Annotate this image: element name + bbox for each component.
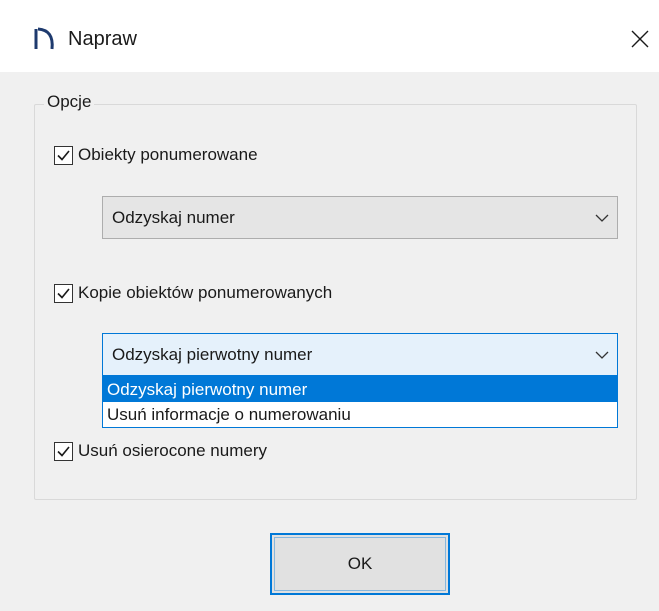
copies-label: Kopie obiektów ponumerowanych: [78, 283, 333, 302]
chevron-down-icon: [587, 351, 617, 359]
ok-button[interactable]: OK: [270, 533, 450, 595]
numbered-objects-label: Obiekty ponumerowane: [78, 145, 258, 164]
window-title: Napraw: [68, 28, 137, 50]
orphans-checkbox[interactable]: Usuń osierocone numery: [54, 441, 267, 461]
close-icon: [631, 30, 649, 48]
check-icon: [57, 287, 70, 299]
copies-checkbox[interactable]: Kopie obiektów ponumerowanych: [54, 283, 332, 303]
options-group-legend: Opcje: [44, 92, 95, 112]
title-bar[interactable]: Napraw: [0, 0, 659, 72]
numbered-objects-checkbox-box[interactable]: [54, 145, 73, 165]
orphans-label: Usuń osierocone numery: [78, 441, 267, 460]
numbered-action-value: Odzyskaj numer: [112, 207, 235, 227]
copies-action-value: Odzyskaj pierwotny numer: [112, 344, 313, 364]
copies-action-select[interactable]: Odzyskaj pierwotny numer: [102, 333, 618, 376]
dropdown-option[interactable]: Usuń informacje o numerowaniu: [103, 402, 617, 427]
numbered-action-select[interactable]: Odzyskaj numer: [102, 196, 618, 239]
check-icon: [57, 445, 70, 457]
ok-button-label: OK: [347, 554, 373, 573]
close-button[interactable]: [621, 20, 659, 58]
copies-action-dropdown-list[interactable]: Odzyskaj pierwotny numer Usuń informacje…: [102, 376, 618, 428]
dropdown-option[interactable]: Odzyskaj pierwotny numer: [103, 377, 617, 402]
check-icon: [57, 149, 70, 161]
numbered-objects-checkbox[interactable]: Obiekty ponumerowane: [54, 145, 258, 165]
app-logo-icon: [30, 26, 60, 52]
orphans-checkbox-box[interactable]: [54, 441, 73, 461]
copies-checkbox-box[interactable]: [54, 283, 73, 303]
chevron-down-icon: [587, 214, 617, 222]
